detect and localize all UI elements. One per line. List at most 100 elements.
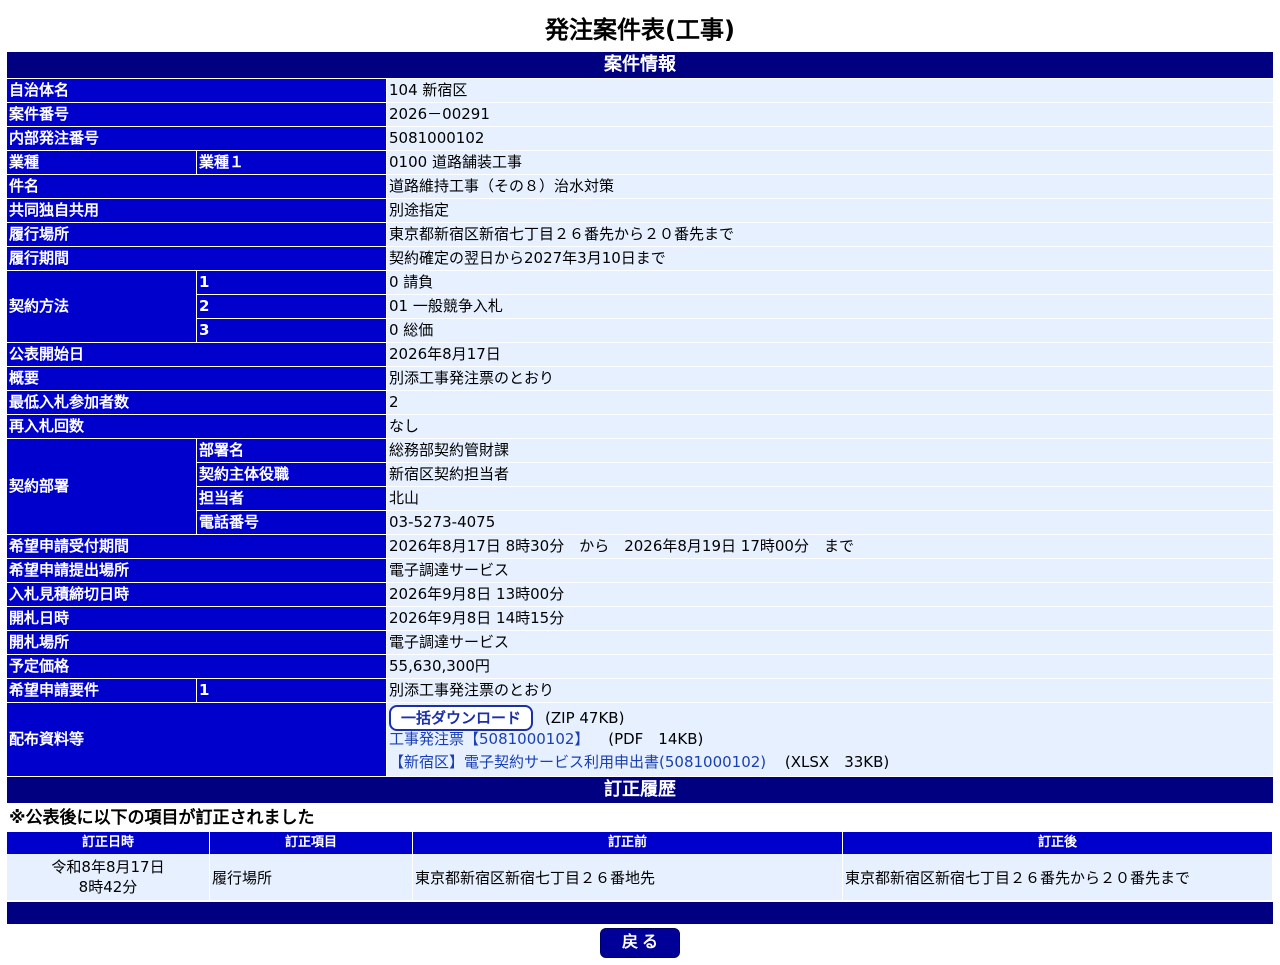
value-haifu: 一括ダウンロード (ZIP 47KB) 工事発注票【5081000102】 (PD… bbox=[387, 703, 1274, 777]
row-kyodo: 共同独自共用 別途指定 bbox=[7, 199, 1274, 223]
row-kaisatsu-nichiji: 開札日時 2026年9月8日 14時15分 bbox=[7, 607, 1274, 631]
file-link-1[interactable]: 工事発注票【5081000102】 bbox=[389, 730, 589, 748]
value-kenmei: 道路維持工事（その８）治水対策 bbox=[387, 175, 1274, 199]
label-kohyo: 公表開始日 bbox=[7, 343, 387, 367]
value-mitsumori: 2026年9月8日 13時00分 bbox=[387, 583, 1274, 607]
row-keiyaku-hoho-1: 契約方法 1 0 請負 bbox=[7, 271, 1274, 343]
file-line-1: 工事発注票【5081000102】 (PDF 14KB) bbox=[389, 728, 1271, 751]
row-kibo-yoken: 希望申請要件 1 別添工事発注票のとおり bbox=[7, 679, 1274, 703]
value-kyodo: 別途指定 bbox=[387, 199, 1274, 223]
value-yotei: 55,630,300円 bbox=[387, 655, 1274, 679]
sublabel-gyoshu: 業種１ bbox=[197, 151, 387, 175]
label-jichitai: 自治体名 bbox=[7, 79, 387, 103]
label-naibu-no: 内部発注番号 bbox=[7, 127, 387, 151]
label-keiyaku-hoho: 契約方法 bbox=[7, 271, 197, 343]
value-keiyaku-hoho-1: 0 請負 bbox=[387, 271, 1274, 295]
row-keiyaku-hoho-3: 3 0 総価 bbox=[7, 319, 1274, 343]
file-link-2[interactable]: 【新宿区】電子契約サービス利用申出書(5081000102) bbox=[389, 753, 766, 771]
file-meta-2: (XLSX 33KB) bbox=[784, 753, 890, 771]
history-note: ※公表後に以下の項目が訂正されました bbox=[9, 808, 315, 828]
row-mitsumori: 入札見積締切日時 2026年9月8日 13時00分 bbox=[7, 583, 1274, 607]
sublabel-tantosha: 担当者 bbox=[197, 487, 387, 511]
row-kenmei: 件名 道路維持工事（その８）治水対策 bbox=[7, 175, 1274, 199]
history-after: 東京都新宿区新宿七丁目２６番先から２０番先まで bbox=[843, 854, 1273, 900]
value-sainyusatsu: なし bbox=[387, 415, 1274, 439]
history-item: 履行場所 bbox=[210, 854, 413, 900]
row-keiyaku-busho-4: 電話番号 03-5273-4075 bbox=[7, 511, 1274, 535]
section-header-history: 訂正履歴 bbox=[7, 777, 1274, 804]
value-gaiyo: 別添工事発注票のとおり bbox=[387, 367, 1274, 391]
history-date-line1: 令和8年8月17日 bbox=[51, 858, 165, 876]
row-yotei: 予定価格 55,630,300円 bbox=[7, 655, 1274, 679]
history-date-line2: 8時42分 bbox=[78, 878, 138, 896]
history-header-before: 訂正前 bbox=[413, 832, 843, 854]
value-jichitai: 104 新宿区 bbox=[387, 79, 1274, 103]
file-line-2: 【新宿区】電子契約サービス利用申出書(5081000102) (XLSX 33K… bbox=[389, 751, 1271, 774]
history-date: 令和8年8月17日 8時42分 bbox=[7, 854, 210, 900]
row-gaiyo: 概要 別添工事発注票のとおり bbox=[7, 367, 1274, 391]
row-naibu-no: 内部発注番号 5081000102 bbox=[7, 127, 1274, 151]
footer-bar bbox=[7, 902, 1273, 924]
label-gyoshu: 業種 bbox=[7, 151, 197, 175]
value-kaisatsu-nichiji: 2026年9月8日 14時15分 bbox=[387, 607, 1274, 631]
sublabel-kibo-yoken: 1 bbox=[197, 679, 387, 703]
value-kaisatsu-basho: 電子調達サービス bbox=[387, 631, 1274, 655]
sublabel-keiyaku-hoho-2: 2 bbox=[197, 295, 387, 319]
label-kaisatsu-basho: 開札場所 bbox=[7, 631, 387, 655]
row-kibo-basho: 希望申請提出場所 電子調達サービス bbox=[7, 559, 1274, 583]
value-basho: 東京都新宿区新宿七丁目２６番先から２０番先まで bbox=[387, 223, 1274, 247]
row-saitei: 最低入札参加者数 2 bbox=[7, 391, 1274, 415]
label-haifu: 配布資料等 bbox=[7, 703, 387, 777]
value-kibo-basho: 電子調達サービス bbox=[387, 559, 1274, 583]
value-keiyaku-hoho-2: 01 一般競争入札 bbox=[387, 295, 1274, 319]
label-gaiyo: 概要 bbox=[7, 367, 387, 391]
back-wrap: 戻る bbox=[0, 928, 1280, 958]
label-kyodo: 共同独自共用 bbox=[7, 199, 387, 223]
row-keiyaku-busho-3: 担当者 北山 bbox=[7, 487, 1274, 511]
label-saitei: 最低入札参加者数 bbox=[7, 391, 387, 415]
page-title: 発注案件表(工事) bbox=[545, 16, 735, 44]
label-basho: 履行場所 bbox=[7, 223, 387, 247]
sublabel-denwa: 電話番号 bbox=[197, 511, 387, 535]
label-kenmei: 件名 bbox=[7, 175, 387, 199]
value-kikan: 契約確定の翌日から2027年3月10日まで bbox=[387, 247, 1274, 271]
row-jichitai: 自治体名 104 新宿区 bbox=[7, 79, 1274, 103]
row-anken-no: 案件番号 2026－00291 bbox=[7, 103, 1274, 127]
value-saitei: 2 bbox=[387, 391, 1274, 415]
row-kibo-kikan: 希望申請受付期間 2026年8月17日 8時30分 から 2026年8月19日 … bbox=[7, 535, 1274, 559]
label-anken-no: 案件番号 bbox=[7, 103, 387, 127]
section-header-info: 案件情報 bbox=[7, 52, 1274, 79]
history-header-item: 訂正項目 bbox=[210, 832, 413, 854]
row-haifu: 配布資料等 一括ダウンロード (ZIP 47KB) 工事発注票【508100010… bbox=[7, 703, 1274, 777]
row-basho: 履行場所 東京都新宿区新宿七丁目２６番先から２０番先まで bbox=[7, 223, 1274, 247]
value-naibu-no: 5081000102 bbox=[387, 127, 1274, 151]
value-kibo-yoken: 別添工事発注票のとおり bbox=[387, 679, 1274, 703]
history-header-after: 訂正後 bbox=[843, 832, 1273, 854]
row-keiyaku-busho-1: 契約部署 部署名 総務部契約管財課 bbox=[7, 439, 1274, 535]
sublabel-keiyaku-shutai: 契約主体役職 bbox=[197, 463, 387, 487]
row-kikan: 履行期間 契約確定の翌日から2027年3月10日まで bbox=[7, 247, 1274, 271]
value-kibo-kikan: 2026年8月17日 8時30分 から 2026年8月19日 17時00分 まで bbox=[387, 535, 1274, 559]
history-header-row: 訂正日時 訂正項目 訂正前 訂正後 bbox=[7, 832, 1273, 854]
value-keiyaku-shutai: 新宿区契約担当者 bbox=[387, 463, 1274, 487]
value-busho-mei: 総務部契約管財課 bbox=[387, 439, 1274, 463]
back-button[interactable]: 戻る bbox=[600, 928, 680, 958]
history-before: 東京都新宿区新宿七丁目２６番地先 bbox=[413, 854, 843, 900]
value-keiyaku-hoho-3: 0 総価 bbox=[387, 319, 1274, 343]
value-anken-no: 2026－00291 bbox=[387, 103, 1274, 127]
label-kibo-kikan: 希望申請受付期間 bbox=[7, 535, 387, 559]
row-keiyaku-hoho-2: 2 01 一般競争入札 bbox=[7, 295, 1274, 319]
value-kohyo: 2026年8月17日 bbox=[387, 343, 1274, 367]
label-kikan: 履行期間 bbox=[7, 247, 387, 271]
table-row: 令和8年8月17日 8時42分 履行場所 東京都新宿区新宿七丁目２６番地先 東京… bbox=[7, 854, 1273, 900]
label-kaisatsu-nichiji: 開札日時 bbox=[7, 607, 387, 631]
file-meta-1: (PDF 14KB) bbox=[608, 730, 704, 748]
history-table: 訂正日時 訂正項目 訂正前 訂正後 令和8年8月17日 8時42分 履行場所 東… bbox=[7, 832, 1273, 900]
row-kohyo: 公表開始日 2026年8月17日 bbox=[7, 343, 1274, 367]
row-keiyaku-busho-2: 契約主体役職 新宿区契約担当者 bbox=[7, 463, 1274, 487]
value-tantosha: 北山 bbox=[387, 487, 1274, 511]
row-sainyusatsu: 再入札回数 なし bbox=[7, 415, 1274, 439]
bulk-download-meta: (ZIP 47KB) bbox=[545, 709, 625, 727]
page: 発注案件表(工事) 案件情報 自治体名 104 新宿区 案件番号 2026－00… bbox=[0, 0, 1280, 965]
label-kibo-yoken: 希望申請要件 bbox=[7, 679, 197, 703]
